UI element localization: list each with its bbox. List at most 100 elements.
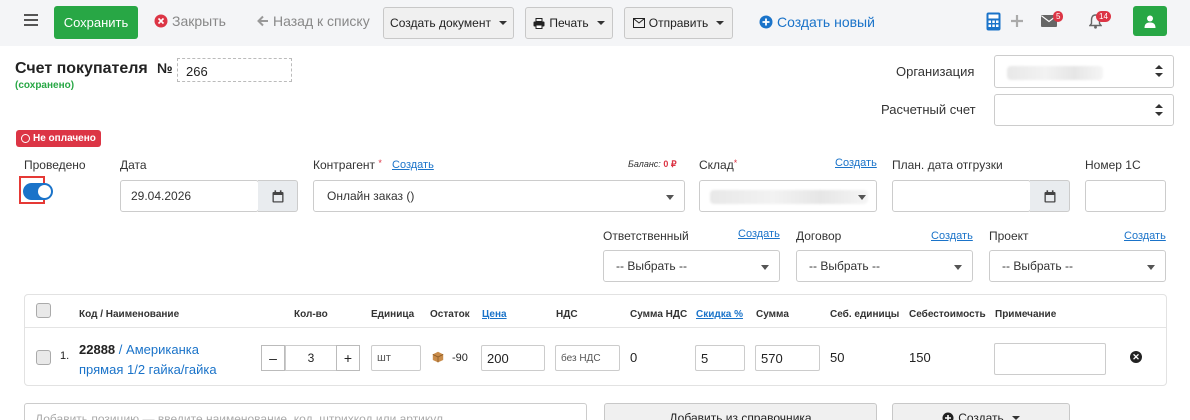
qty-input[interactable]: 3	[285, 345, 337, 371]
plus-icon[interactable]	[1010, 14, 1024, 28]
note-input[interactable]	[994, 343, 1106, 375]
envelope-icon	[632, 18, 645, 28]
project-create-link[interactable]: Создать	[1124, 230, 1166, 242]
header-divider	[25, 327, 1166, 328]
contract-select[interactable]: -- Выбрать --	[796, 250, 973, 282]
arrow-left-icon	[257, 15, 268, 27]
row-checkbox[interactable]	[36, 350, 51, 365]
col-discount-sort[interactable]: Скидка %	[696, 309, 743, 320]
project-select[interactable]: -- Выбрать --	[989, 250, 1166, 282]
ship-date-label: План. дата отгрузки	[892, 158, 1003, 172]
add-item-search-input[interactable]: Добавить позицию — введите наименование,…	[24, 403, 587, 420]
ship-date-calendar-button[interactable]	[1030, 180, 1070, 212]
send-dropdown[interactable]: Отправить	[624, 7, 733, 39]
chevron-down-icon	[596, 21, 605, 25]
date-label: Дата	[120, 158, 147, 172]
sum-input[interactable]: 570	[755, 345, 820, 371]
responsible-select[interactable]: -- Выбрать --	[603, 250, 780, 282]
unit-field[interactable]: шт	[371, 345, 421, 371]
product-code: 22888	[79, 342, 116, 357]
counterparty-select[interactable]: Онлайн заказ ()	[313, 180, 685, 212]
create-document-dropdown[interactable]: Создать документ	[383, 7, 514, 39]
project-value: -- Выбрать --	[1002, 259, 1073, 273]
discount-input[interactable]: 5	[695, 345, 745, 371]
qty-increment-button[interactable]: +	[336, 345, 360, 371]
create-new-button[interactable]: Создать новый	[759, 14, 875, 30]
product-name-link[interactable]: Американка	[126, 342, 199, 357]
account-select[interactable]	[994, 94, 1174, 126]
chevron-down-icon	[1011, 416, 1020, 420]
counterparty-label: Контрагент *	[313, 158, 382, 172]
warehouse-select[interactable]	[699, 180, 877, 212]
row-index: 1.	[60, 350, 70, 362]
create-item-dropdown[interactable]: Создать	[892, 403, 1070, 420]
col-note: Примечание	[995, 309, 1057, 320]
col-vat-sum: Сумма НДС	[630, 309, 688, 320]
qty-decrement-button[interactable]: –	[261, 345, 285, 371]
menu-icon[interactable]	[24, 14, 38, 26]
col-price-sort[interactable]: Цена	[482, 309, 507, 320]
print-dropdown[interactable]: Печать	[525, 7, 613, 39]
date-calendar-button[interactable]	[258, 180, 298, 212]
balance-label: Баланс:	[628, 159, 661, 169]
box-icon	[432, 351, 444, 363]
plus-circle-icon	[759, 15, 773, 29]
responsible-value: -- Выбрать --	[616, 259, 687, 273]
required-mark: *	[378, 158, 382, 168]
document-number-field[interactable]: 266	[177, 58, 292, 82]
col-stock: Остаток	[430, 309, 470, 320]
back-to-list-button[interactable]: Назад к списку	[257, 13, 370, 29]
printer-icon	[533, 17, 545, 29]
number-1c-input[interactable]	[1085, 180, 1166, 212]
payment-status-badge: Не оплачено	[16, 130, 101, 147]
col-sum: Сумма	[756, 309, 789, 320]
date-input[interactable]: 29.04.2026	[120, 180, 259, 212]
plus-circle-icon	[942, 412, 954, 420]
select-all-checkbox[interactable]	[36, 303, 51, 318]
cost-value: 150	[909, 350, 931, 365]
contract-label: Договор	[796, 229, 842, 243]
responsible-create-link[interactable]: Создать	[738, 228, 780, 240]
unit-cost-value: 50	[830, 350, 845, 365]
page-title: Счет покупателя	[15, 60, 148, 77]
account-label: Расчетный счет	[881, 102, 976, 117]
status-ring-icon	[21, 134, 30, 143]
posted-toggle[interactable]	[23, 183, 53, 200]
required-mark: *	[733, 158, 738, 168]
add-from-catalog-button[interactable]: Добавить из справочника	[604, 403, 877, 420]
responsible-label: Ответственный	[603, 229, 689, 243]
warehouse-label: Склад*	[699, 158, 737, 172]
col-unit-cost: Себ. единицы	[830, 309, 900, 320]
payment-status-label: Не оплачено	[33, 133, 96, 144]
calculator-icon[interactable]	[986, 12, 1001, 31]
chevron-down-icon	[1147, 265, 1155, 270]
price-input[interactable]: 200	[481, 345, 545, 371]
close-button[interactable]: Закрыть	[154, 13, 226, 29]
counterparty-value: Онлайн заказ ()	[327, 189, 415, 203]
user-profile-button[interactable]	[1133, 6, 1167, 36]
close-circle-icon	[154, 14, 168, 28]
col-unit: Единица	[371, 309, 415, 320]
toggle-knob	[38, 185, 51, 198]
col-vat: НДС	[556, 309, 578, 320]
contract-create-link[interactable]: Создать	[931, 230, 973, 242]
remove-row-icon[interactable]: ✕	[1130, 351, 1142, 363]
save-button[interactable]: Сохранить	[54, 6, 138, 39]
organization-select[interactable]	[994, 55, 1174, 88]
chevron-down-icon	[954, 265, 962, 270]
col-cost: Себестоимость	[909, 309, 986, 320]
messages-count-badge: 5	[1053, 11, 1064, 22]
contract-value: -- Выбрать --	[809, 259, 880, 273]
number-1c-label: Номер 1С	[1085, 158, 1141, 172]
balance-info: Баланс: 0 ₽	[628, 159, 677, 170]
select-arrows-icon	[1155, 104, 1163, 116]
vat-select[interactable]: без НДС	[555, 345, 620, 371]
counterparty-create-link[interactable]: Создать	[392, 159, 434, 171]
back-label: Назад к списку	[273, 13, 370, 29]
warehouse-create-link[interactable]: Создать	[835, 157, 877, 169]
create-document-label: Создать документ	[390, 16, 491, 30]
organization-redacted-value	[1007, 66, 1103, 80]
ship-date-input[interactable]	[892, 180, 1031, 212]
stock-value: -90	[452, 352, 468, 364]
product-name-link-line2[interactable]: прямая 1/2 гайка/гайка	[79, 362, 217, 377]
